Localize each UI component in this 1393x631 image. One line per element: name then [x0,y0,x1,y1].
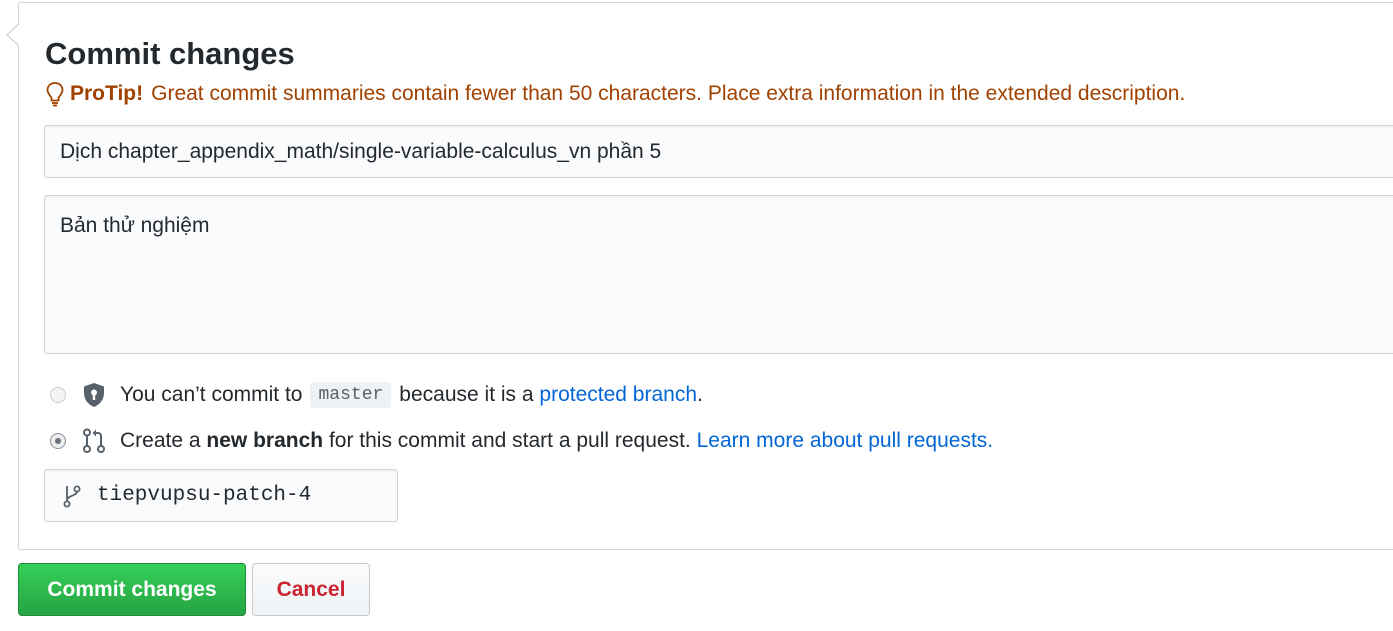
protip-text: Great commit summaries contain fewer tha… [151,82,1186,105]
commit-description-textarea[interactable]: Bản thử nghiệm [44,195,1393,354]
protip-label: ProTip! [70,82,144,105]
cancel-button[interactable]: Cancel [252,563,370,616]
commit-directly-text-before: You can’t commit to [120,383,303,406]
shield-lock-icon [84,383,104,407]
panel-pointer-fill [8,25,19,45]
learn-more-pull-requests-link[interactable]: Learn more about pull requests. [697,429,994,453]
commit-changes-button[interactable]: Commit changes [18,563,246,616]
commit-directly-text-after: . [697,383,703,406]
commit-summary-input[interactable] [44,125,1393,178]
commit-directly-text-middle: because it is a [399,383,534,406]
new-branch-option[interactable]: Create a new branch for this commit and … [50,426,993,456]
commit-directly-option[interactable]: You can’t commit to master because it is… [50,380,703,410]
protip-message: ProTip! Great commit summaries contain f… [44,80,1185,108]
new-branch-text-before: Create a [120,429,201,452]
commit-title: Commit changes [45,36,295,71]
git-branch-icon [63,485,81,507]
new-branch-text-bold: new branch [206,429,324,452]
new-branch-radio[interactable] [50,433,66,449]
new-branch-text-after: for this commit and start a pull request… [328,429,691,452]
protected-branch-name: master [310,382,392,408]
commit-directly-radio[interactable] [50,387,66,403]
protected-branch-link[interactable]: protected branch [539,383,697,407]
git-pull-request-icon [83,428,105,453]
light-bulb-icon [46,82,64,107]
branch-name-field[interactable] [44,469,398,522]
branch-name-input[interactable] [97,484,357,507]
